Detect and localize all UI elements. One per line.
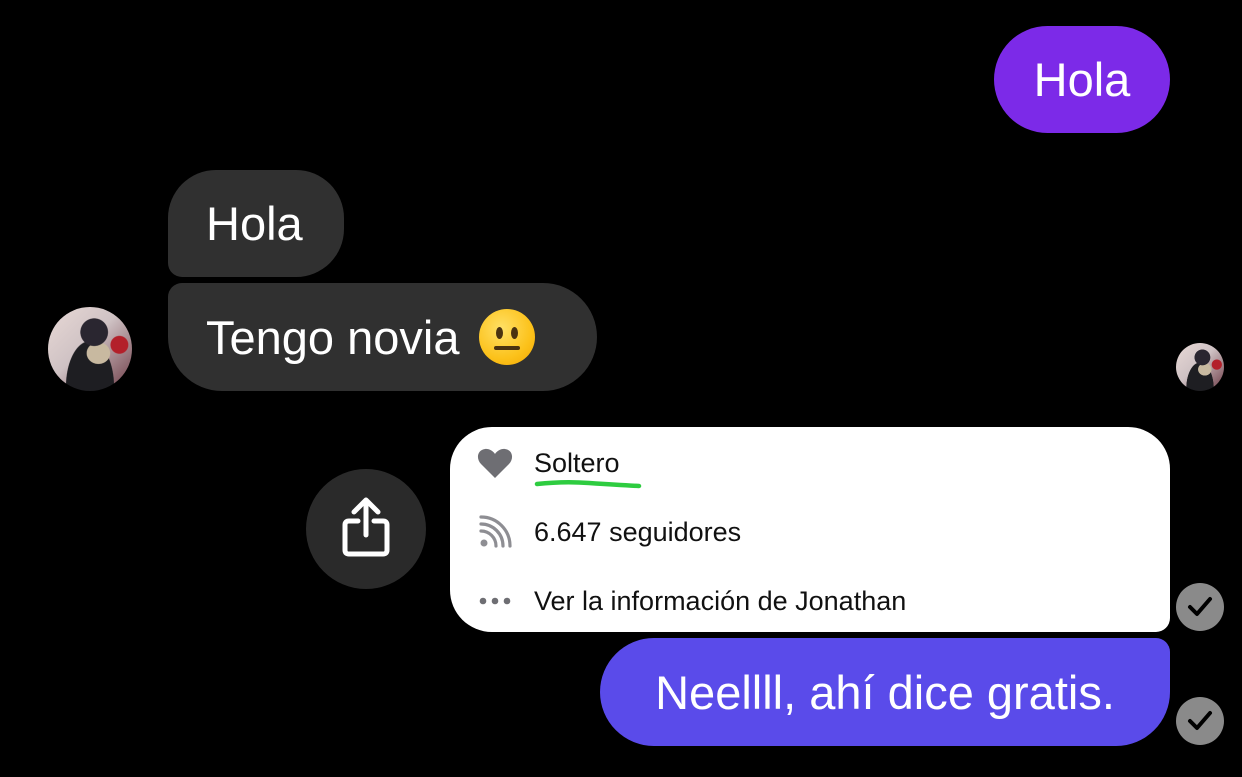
heart-icon bbox=[476, 444, 514, 482]
incoming-message[interactable]: Hola bbox=[168, 170, 344, 277]
followers-count: 6.647 seguidores bbox=[534, 516, 742, 547]
relationship-status-row: Soltero bbox=[450, 443, 1170, 489]
relationship-status: Soltero bbox=[534, 447, 620, 478]
share-button[interactable] bbox=[306, 469, 426, 589]
shared-profile-card[interactable]: Soltero 6.647 seguidores Ver la informac… bbox=[450, 427, 1170, 632]
more-dots-icon bbox=[476, 582, 514, 620]
more-info-row[interactable]: Ver la información de Jonathan bbox=[450, 581, 1170, 621]
more-info-link[interactable]: Ver la información de Jonathan bbox=[534, 586, 906, 617]
message-text: Hola bbox=[1033, 53, 1131, 106]
incoming-message[interactable]: Tengo novia bbox=[168, 283, 597, 391]
followers-row: 6.647 seguidores bbox=[450, 512, 1170, 552]
share-icon bbox=[341, 497, 391, 562]
outgoing-message[interactable]: Hola bbox=[994, 26, 1170, 133]
check-icon bbox=[1176, 697, 1224, 745]
message-text: Hola bbox=[206, 197, 303, 250]
message-text: Tengo novia bbox=[206, 310, 460, 364]
check-icon bbox=[1176, 583, 1224, 631]
status-underline bbox=[534, 479, 642, 489]
outgoing-message[interactable]: Neellll, ahí dice gratis. bbox=[600, 638, 1170, 746]
message-text: Neellll, ahí dice gratis. bbox=[655, 665, 1115, 719]
sender-avatar[interactable] bbox=[48, 307, 132, 391]
seen-avatar bbox=[1176, 343, 1224, 391]
neutral-face-emoji bbox=[479, 309, 536, 365]
rss-icon bbox=[476, 513, 514, 551]
